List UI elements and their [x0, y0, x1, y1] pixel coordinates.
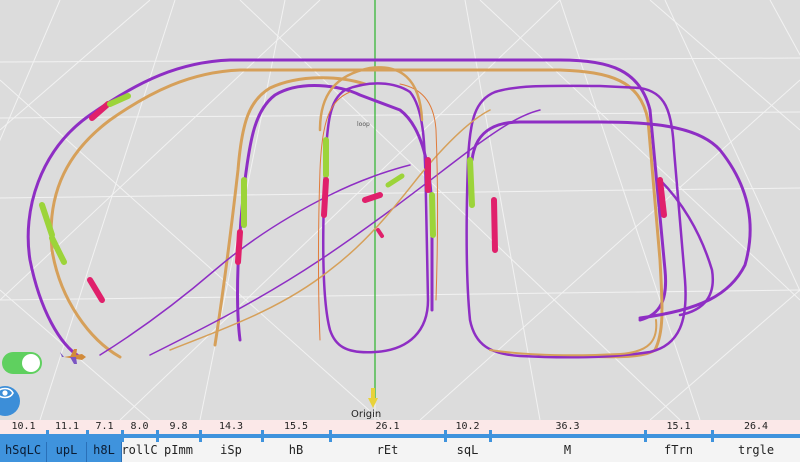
flight-path-center-loop-purple: [236, 84, 434, 342]
timeline-maneuvers: hSqLC upL h8L rollC pImm iSp hB rEt sqL MfTrn trgl…: [0, 438, 800, 462]
segment-duration: 10.1: [11, 421, 36, 432]
flight-path-orange-a: [49, 68, 664, 359]
highlight-pink-6: [491, 197, 498, 253]
toggle-switch-icon: [22, 354, 40, 372]
timeline-durations: 10.1 11.1 7.1 8.0 9.8 14.3 15.5 26.1 10.2 36.3 15.…: [0, 420, 800, 434]
path-label: loop: [357, 121, 370, 128]
maneuver-segment[interactable]: iSp: [200, 438, 262, 462]
maneuver-segment[interactable]: trgle: [712, 438, 800, 462]
segment-duration: 15.1: [666, 421, 691, 432]
segment-divider: [444, 430, 447, 442]
segment-duration: 36.3: [555, 421, 580, 432]
maneuver-segment[interactable]: hB: [262, 438, 330, 462]
segment-duration: 26.4: [743, 421, 769, 432]
highlight-green-6: [429, 192, 436, 238]
segment-divider: [46, 430, 49, 442]
maneuver-segment[interactable]: rollC: [121, 438, 157, 462]
flight-path-lower-right: [489, 319, 658, 357]
maneuver-segment[interactable]: sqL: [445, 438, 490, 462]
segment-divider: [121, 430, 124, 442]
segment-duration: 11.1: [54, 421, 80, 432]
segment-duration: 9.8: [169, 421, 188, 432]
maneuver-segment[interactable]: upL: [47, 438, 87, 462]
segment-divider: [489, 430, 492, 442]
origin-marker: [368, 388, 378, 408]
segment-duration: 26.1: [375, 421, 400, 432]
segment-duration: 8.0: [130, 421, 149, 432]
segment-duration: 10.2: [455, 421, 480, 432]
segment-divider: [711, 430, 714, 442]
maneuver-segment[interactable]: rEt: [330, 438, 445, 462]
flight-path-diagonal-1: [149, 109, 541, 356]
segment-divider: [199, 430, 202, 442]
segment-divider: [261, 430, 264, 442]
maneuver-segment[interactable]: fTrn: [645, 438, 712, 462]
origin-label: Origin: [351, 409, 382, 420]
flight-paths: [26, 58, 752, 359]
highlight-pink-7: [657, 177, 667, 218]
3d-viewport[interactable]: loop Origin: [0, 0, 800, 462]
maneuver-segment[interactable]: M: [490, 438, 645, 462]
eye-icon: [0, 387, 14, 399]
highlight-pink-9: [376, 228, 384, 238]
segment-divider: [329, 430, 332, 442]
segment-duration: 14.3: [218, 421, 244, 432]
segment-divider: [156, 430, 159, 442]
maneuver-segment[interactable]: hSqLC: [0, 438, 47, 462]
highlight-pink-4: [321, 177, 329, 218]
playback-toggle[interactable]: [2, 352, 42, 374]
highlight-green-7: [467, 157, 475, 208]
maneuver-segment[interactable]: pImm: [157, 438, 200, 462]
flight-path-diagonal-2: [169, 109, 491, 351]
highlight-green-8: [385, 173, 405, 188]
maneuver-segment[interactable]: h8L: [87, 438, 122, 462]
flight-path-outer: [26, 58, 668, 359]
sequence-timeline: 10.1 11.1 7.1 8.0 9.8 14.3 15.5 26.1 10.2 36.3 15.…: [0, 420, 800, 462]
segment-divider: [644, 430, 647, 442]
highlight-pink-8: [362, 192, 383, 203]
segment-duration: 7.1: [95, 421, 114, 432]
flight-path-right-loop: [470, 120, 752, 320]
segment-divider: [86, 430, 89, 442]
highlight-pink-3: [235, 229, 243, 265]
segment-duration: 15.5: [283, 421, 309, 432]
flight-scene: [0, 0, 800, 420]
highlight-pink-2: [87, 277, 105, 303]
highlight-green-1: [107, 93, 131, 107]
